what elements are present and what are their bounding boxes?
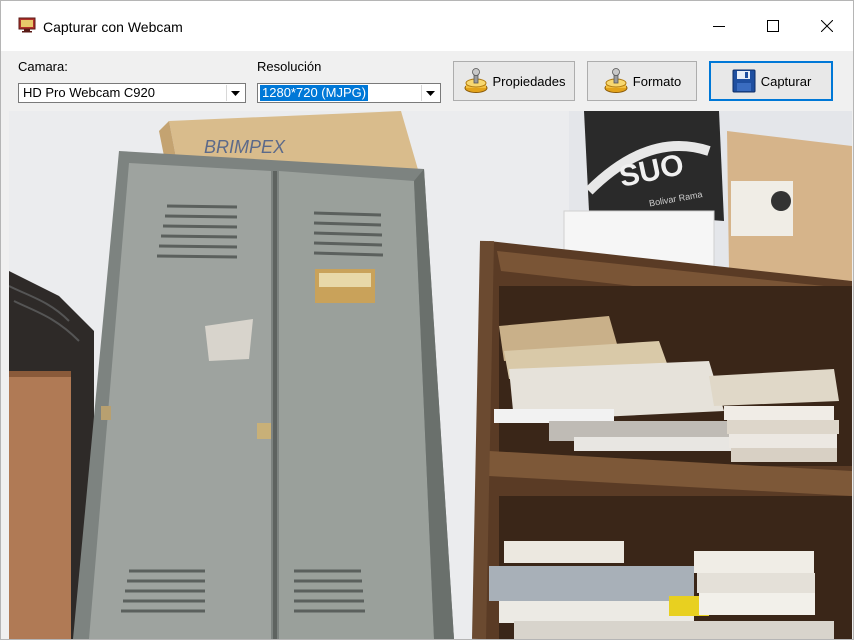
capture-window: Capturar con Webcam Camara: HD Pro Webca…	[0, 0, 854, 640]
minimize-icon	[713, 26, 725, 27]
webcam-app-icon	[18, 17, 36, 33]
capture-button[interactable]: Capturar	[709, 61, 833, 101]
maximize-button[interactable]	[747, 1, 799, 51]
box-brand-text: BRIMPEX	[204, 137, 286, 157]
chevron-down-icon[interactable]	[226, 85, 244, 101]
properties-button-label: Propiedades	[492, 73, 566, 89]
resolution-select-value: 1280*720 (MJPG)	[258, 84, 370, 102]
joystick-icon	[604, 68, 628, 93]
toolbar: Camara: HD Pro Webcam C920 Resolución 12…	[1, 51, 853, 109]
properties-button[interactable]: Propiedades	[453, 61, 575, 101]
camera-label: Camara:	[18, 59, 68, 74]
close-button[interactable]	[801, 1, 853, 51]
webcam-preview[interactable]: BRIMPEX SUO Bolivar Rama	[9, 111, 852, 639]
capture-button-label: Capturar	[760, 73, 812, 89]
resolution-select[interactable]: 1280*720 (MJPG)	[257, 83, 441, 103]
chevron-down-icon[interactable]	[421, 85, 439, 101]
camera-select[interactable]: HD Pro Webcam C920	[18, 83, 246, 103]
joystick-icon	[464, 68, 487, 93]
title-bar[interactable]: Capturar con Webcam	[1, 1, 853, 51]
minimize-button[interactable]	[693, 1, 745, 51]
maximize-icon	[767, 20, 779, 32]
close-icon	[821, 20, 833, 32]
camera-select-value: HD Pro Webcam C920	[23, 85, 155, 100]
format-button-label: Formato	[632, 73, 682, 89]
webcam-frame-image: BRIMPEX SUO Bolivar Rama	[9, 111, 852, 639]
resolution-label: Resolución	[257, 59, 322, 74]
format-button[interactable]: Formato	[587, 61, 697, 101]
floppy-disk-icon	[732, 69, 756, 93]
window-title: Capturar con Webcam	[43, 19, 183, 35]
